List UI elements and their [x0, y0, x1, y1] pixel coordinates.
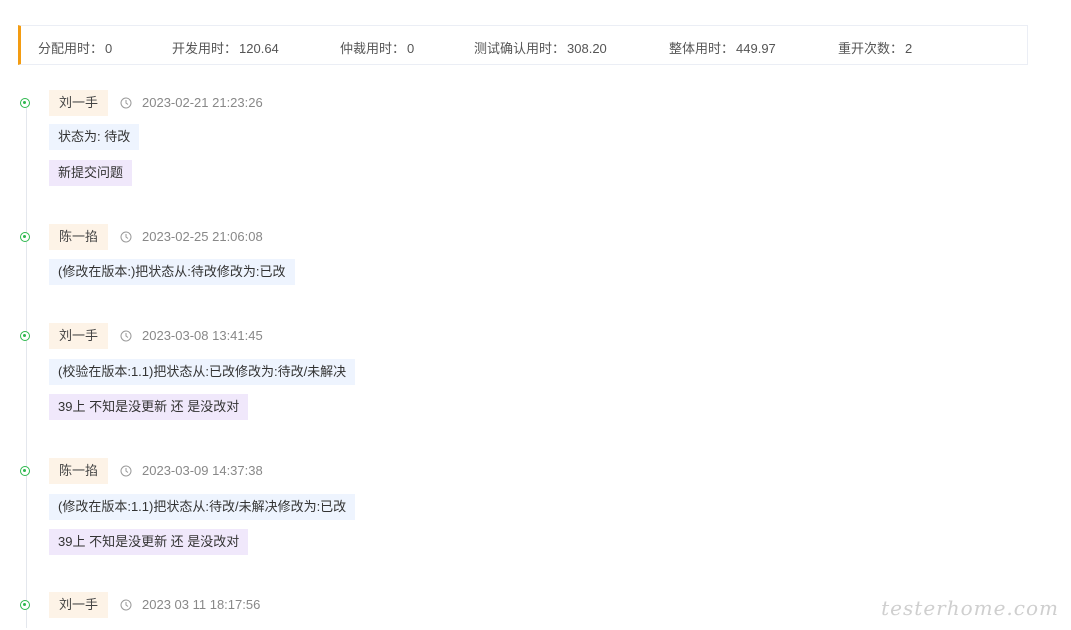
comment-tag: 39上 不知是没更新 还 是没改对 [49, 529, 249, 555]
stat-label: 重开次数： [838, 41, 904, 56]
entry-time: 2023-02-21 21:23:26 [120, 95, 263, 110]
clock-icon [120, 465, 132, 476]
stat-label: 仲裁用时： [340, 41, 406, 56]
clock-icon [120, 330, 132, 341]
stat-label: 开发用时： [172, 41, 238, 56]
status-tag: (校验在版本:1.1)把状态从:已改修改为:待改/未解决 [49, 359, 356, 385]
timeline-dot-icon [20, 232, 30, 242]
entry-time: 2023-03-08 13:41:45 [120, 328, 263, 343]
entry-time-text: 2023-03-09 14:37:38 [142, 463, 263, 478]
timeline-line [26, 108, 27, 628]
stat-assign-time: 分配用时： 0 [38, 38, 112, 57]
clock-icon [120, 97, 132, 108]
author-badge: 刘一手 [49, 90, 109, 116]
stat-label: 测试确认用时： [474, 41, 566, 56]
watermark: testerhome.com [881, 596, 1059, 620]
timeline-dot-icon [20, 600, 30, 610]
stat-value: 449.97 [736, 41, 776, 56]
entry-time: 2023-03-09 14:37:38 [120, 463, 263, 478]
stat-label: 整体用时： [669, 41, 735, 56]
author-badge: 刘一手 [49, 323, 109, 349]
comment-tag: 39上 不知是没更新 还 是没改对 [49, 394, 249, 420]
entry-time-text: 2023-02-25 21:06:08 [142, 229, 263, 244]
entry-time-text: 2023 03 11 18:17:56 [142, 597, 261, 612]
clock-icon [120, 599, 132, 610]
clock-icon [120, 231, 132, 242]
stat-dev-time: 开发用时： 120.64 [172, 38, 279, 57]
entry-time: 2023 03 11 18:17:56 [120, 597, 260, 612]
stat-value: 0 [407, 41, 415, 56]
entry-time: 2023-02-25 21:06:08 [120, 229, 263, 244]
comment-tag: 新提交问题 [49, 160, 133, 186]
timeline-dot-icon [20, 98, 30, 108]
stat-total-time: 整体用时： 449.97 [669, 38, 776, 57]
timeline-dot-icon [20, 466, 30, 476]
author-badge: 陈一掐 [49, 224, 109, 250]
status-tag: (修改在版本:)把状态从:待改修改为:已改 [49, 259, 295, 285]
stat-value: 0 [105, 41, 113, 56]
stat-value: 120.64 [239, 41, 279, 56]
stat-reopen-count: 重开次数： 2 [838, 38, 912, 57]
timeline-dot-icon [20, 331, 30, 341]
stat-arbitration-time: 仲裁用时： 0 [340, 38, 414, 57]
author-badge: 刘一手 [49, 592, 109, 618]
stat-value: 2 [905, 41, 913, 56]
entry-time-text: 2023-03-08 13:41:45 [142, 328, 263, 343]
status-tag: (修改在版本:1.1)把状态从:待改/未解决修改为:已改 [49, 494, 356, 520]
time-stats-bar: 分配用时： 0 开发用时： 120.64 仲裁用时： 0 测试确认用时： 308.20 … [18, 25, 1028, 65]
stat-label: 分配用时： [38, 41, 104, 56]
entry-time-text: 2023-02-21 21:23:26 [142, 95, 263, 110]
author-badge: 陈一掐 [49, 458, 109, 484]
status-tag: 状态为: 待改 [49, 124, 140, 150]
stat-value: 308.20 [567, 41, 607, 56]
stat-test-confirm-time: 测试确认用时： 308.20 [474, 38, 607, 57]
